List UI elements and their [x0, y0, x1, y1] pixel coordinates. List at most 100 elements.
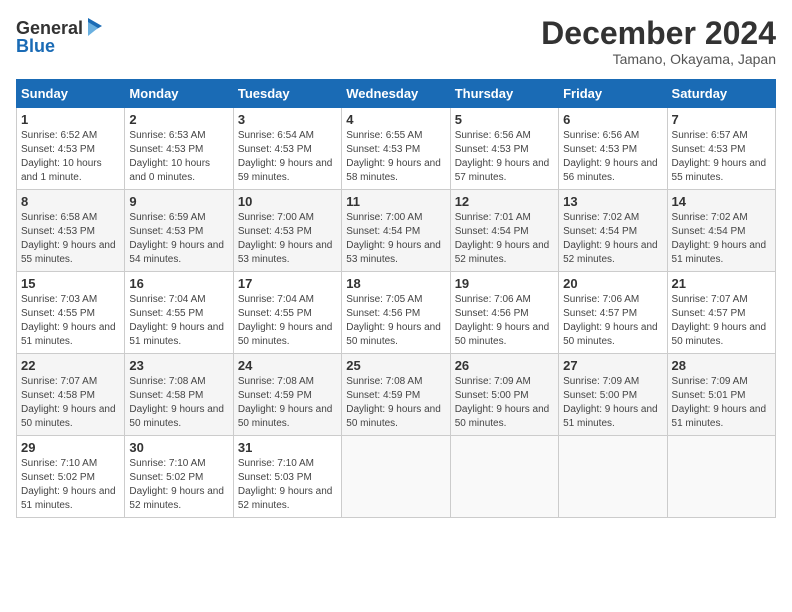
day-detail: Sunrise: 6:54 AMSunset: 4:53 PMDaylight:… — [238, 129, 337, 185]
title-block: December 2024 Tamano, Okayama, Japan — [541, 16, 776, 67]
calendar-cell: 11 Sunrise: 7:00 AMSunset: 4:54 PMDayligh… — [342, 190, 450, 272]
sunset-text: Sunset: 4:53 PM — [129, 143, 228, 157]
sunrise-text: Sunrise: 7:02 AM — [563, 211, 662, 225]
calendar-cell: 13Sunrise: 7:02 AMSunset: 4:54 PMDayligh… — [559, 190, 667, 272]
sunset-text: Sunset: 5:03 PM — [238, 471, 337, 485]
calendar-cell: 25Sunrise: 7:08 AMSunset: 4:59 PMDayligh… — [342, 354, 450, 436]
calendar-week-3: 15Sunrise: 7:03 AMSunset: 4:55 PMDayligh… — [17, 272, 776, 354]
daylight-text: Daylight: 9 hours and 50 minutes. — [346, 403, 445, 431]
header-wednesday: Wednesday — [342, 80, 450, 108]
sunset-text: Sunset: 5:00 PM — [455, 389, 554, 403]
daylight-text: Daylight: 9 hours and 51 minutes. — [21, 485, 120, 513]
sunrise-text: Sunrise: 6:56 AM — [455, 129, 554, 143]
sunset-text: Sunset: 4:54 PM — [455, 225, 554, 239]
day-number: 14 — [672, 194, 771, 209]
calendar-cell: 2Sunrise: 6:53 AMSunset: 4:53 PMDaylight… — [125, 108, 233, 190]
sunset-text: Sunset: 4:54 PM — [563, 225, 662, 239]
page-subtitle: Tamano, Okayama, Japan — [541, 51, 776, 67]
sunrise-text: Sunrise: 7:08 AM — [346, 375, 445, 389]
day-detail: Sunrise: 6:55 AMSunset: 4:53 PMDaylight:… — [346, 129, 445, 185]
sunrise-text: Sunrise: 7:06 AM — [563, 293, 662, 307]
sunrise-text: Sunrise: 7:03 AM — [21, 293, 120, 307]
sunset-text: Sunset: 4:55 PM — [21, 307, 120, 321]
sunset-text: Sunset: 4:57 PM — [672, 307, 771, 321]
day-detail: Sunrise: 7:07 AMSunset: 4:57 PMDaylight:… — [672, 293, 771, 349]
day-detail: Sunrise: 7:00 AMSunset: 4:54 PMDaylight:… — [346, 211, 445, 267]
daylight-text: Daylight: 9 hours and 50 minutes. — [346, 321, 445, 349]
header-thursday: Thursday — [450, 80, 558, 108]
day-detail: Sunrise: 7:04 AMSunset: 4:55 PMDaylight:… — [238, 293, 337, 349]
daylight-text: Daylight: 9 hours and 51 minutes. — [129, 321, 228, 349]
day-detail: Sunrise: 7:07 AMSunset: 4:58 PMDaylight:… — [21, 375, 120, 431]
sunset-text: Sunset: 5:02 PM — [21, 471, 120, 485]
sunrise-text: Sunrise: 7:09 AM — [672, 375, 771, 389]
sunset-text: Sunset: 4:53 PM — [129, 225, 228, 239]
calendar-table: SundayMondayTuesdayWednesdayThursdayFrid… — [16, 79, 776, 518]
day-number: 17 — [238, 276, 337, 291]
day-detail: Sunrise: 7:03 AMSunset: 4:55 PMDaylight:… — [21, 293, 120, 349]
day-number: 10 — [238, 194, 337, 209]
sunrise-text: Sunrise: 7:07 AM — [21, 375, 120, 389]
day-number: 23 — [129, 358, 228, 373]
calendar-cell: 15 Sunrise: 7:03 AMSunset: 4:55 PMDayligh… — [17, 272, 125, 354]
calendar-cell: 17 Sunrise: 7:04 AMSunset: 4:55 PMDayligh… — [233, 272, 341, 354]
calendar-week-2: 8Sunrise: 6:58 AMSunset: 4:53 PMDaylight… — [17, 190, 776, 272]
calendar-cell: 5Sunrise: 6:56 AMSunset: 4:53 PMDaylight… — [450, 108, 558, 190]
day-detail: Sunrise: 7:01 AMSunset: 4:54 PMDaylight:… — [455, 211, 554, 267]
sunset-text: Sunset: 4:58 PM — [21, 389, 120, 403]
daylight-text: Daylight: 9 hours and 51 minutes. — [672, 239, 771, 267]
sunrise-text: Sunrise: 6:58 AM — [21, 211, 120, 225]
daylight-text: Daylight: 9 hours and 50 minutes. — [563, 321, 662, 349]
day-number: 16 — [129, 276, 228, 291]
svg-text:General: General — [16, 18, 83, 38]
day-number: 3 — [238, 112, 337, 127]
calendar-cell: 4 Sunrise: 6:55 AMSunset: 4:53 PMDaylight… — [342, 108, 450, 190]
sunrise-text: Sunrise: 7:10 AM — [238, 457, 337, 471]
calendar-cell: 27Sunrise: 7:09 AMSunset: 5:00 PMDayligh… — [559, 354, 667, 436]
day-number: 11 — [346, 194, 445, 209]
sunrise-text: Sunrise: 6:57 AM — [672, 129, 771, 143]
daylight-text: Daylight: 9 hours and 55 minutes. — [672, 157, 771, 185]
calendar-cell: 1Sunrise: 6:52 AMSunset: 4:53 PMDaylight… — [17, 108, 125, 190]
daylight-text: Daylight: 9 hours and 51 minutes. — [21, 321, 120, 349]
daylight-text: Daylight: 9 hours and 52 minutes. — [129, 485, 228, 513]
calendar-cell: 3 Sunrise: 6:54 AMSunset: 4:53 PMDaylight… — [233, 108, 341, 190]
day-number: 13 — [563, 194, 662, 209]
day-number: 15 — [21, 276, 120, 291]
daylight-text: Daylight: 9 hours and 51 minutes. — [563, 403, 662, 431]
day-detail: Sunrise: 7:05 AMSunset: 4:56 PMDaylight:… — [346, 293, 445, 349]
calendar-cell: 31Sunrise: 7:10 AMSunset: 5:03 PMDayligh… — [233, 436, 341, 518]
sunset-text: Sunset: 4:53 PM — [21, 143, 120, 157]
sunset-text: Sunset: 4:54 PM — [346, 225, 445, 239]
sunset-text: Sunset: 4:55 PM — [129, 307, 228, 321]
day-number: 4 — [346, 112, 445, 127]
sunrise-text: Sunrise: 6:52 AM — [21, 129, 120, 143]
calendar-cell — [342, 436, 450, 518]
logo-svg: GeneralBlue — [16, 16, 106, 56]
daylight-text: Daylight: 9 hours and 50 minutes. — [455, 403, 554, 431]
day-number: 24 — [238, 358, 337, 373]
sunset-text: Sunset: 4:53 PM — [672, 143, 771, 157]
sunrise-text: Sunrise: 7:01 AM — [455, 211, 554, 225]
day-number: 12 — [455, 194, 554, 209]
sunrise-text: Sunrise: 7:05 AM — [346, 293, 445, 307]
sunset-text: Sunset: 4:59 PM — [346, 389, 445, 403]
calendar-cell: 24Sunrise: 7:08 AMSunset: 4:59 PMDayligh… — [233, 354, 341, 436]
daylight-text: Daylight: 9 hours and 55 minutes. — [21, 239, 120, 267]
calendar-cell: 6Sunrise: 6:56 AMSunset: 4:53 PMDaylight… — [559, 108, 667, 190]
calendar-cell: 10Sunrise: 7:00 AMSunset: 4:53 PMDayligh… — [233, 190, 341, 272]
sunset-text: Sunset: 4:53 PM — [455, 143, 554, 157]
day-number: 21 — [672, 276, 771, 291]
day-detail: Sunrise: 7:09 AMSunset: 5:00 PMDaylight:… — [563, 375, 662, 431]
header-saturday: Saturday — [667, 80, 775, 108]
day-detail: Sunrise: 7:08 AMSunset: 4:59 PMDaylight:… — [346, 375, 445, 431]
calendar-cell: 14Sunrise: 7:02 AMSunset: 4:54 PMDayligh… — [667, 190, 775, 272]
calendar-cell: 30Sunrise: 7:10 AMSunset: 5:02 PMDayligh… — [125, 436, 233, 518]
calendar-cell: 7Sunrise: 6:57 AMSunset: 4:53 PMDaylight… — [667, 108, 775, 190]
daylight-text: Daylight: 9 hours and 50 minutes. — [21, 403, 120, 431]
daylight-text: Daylight: 9 hours and 50 minutes. — [672, 321, 771, 349]
calendar-cell: 18Sunrise: 7:05 AMSunset: 4:56 PMDayligh… — [342, 272, 450, 354]
sunset-text: Sunset: 4:56 PM — [346, 307, 445, 321]
daylight-text: Daylight: 9 hours and 58 minutes. — [346, 157, 445, 185]
day-detail: Sunrise: 7:10 AMSunset: 5:03 PMDaylight:… — [238, 457, 337, 513]
